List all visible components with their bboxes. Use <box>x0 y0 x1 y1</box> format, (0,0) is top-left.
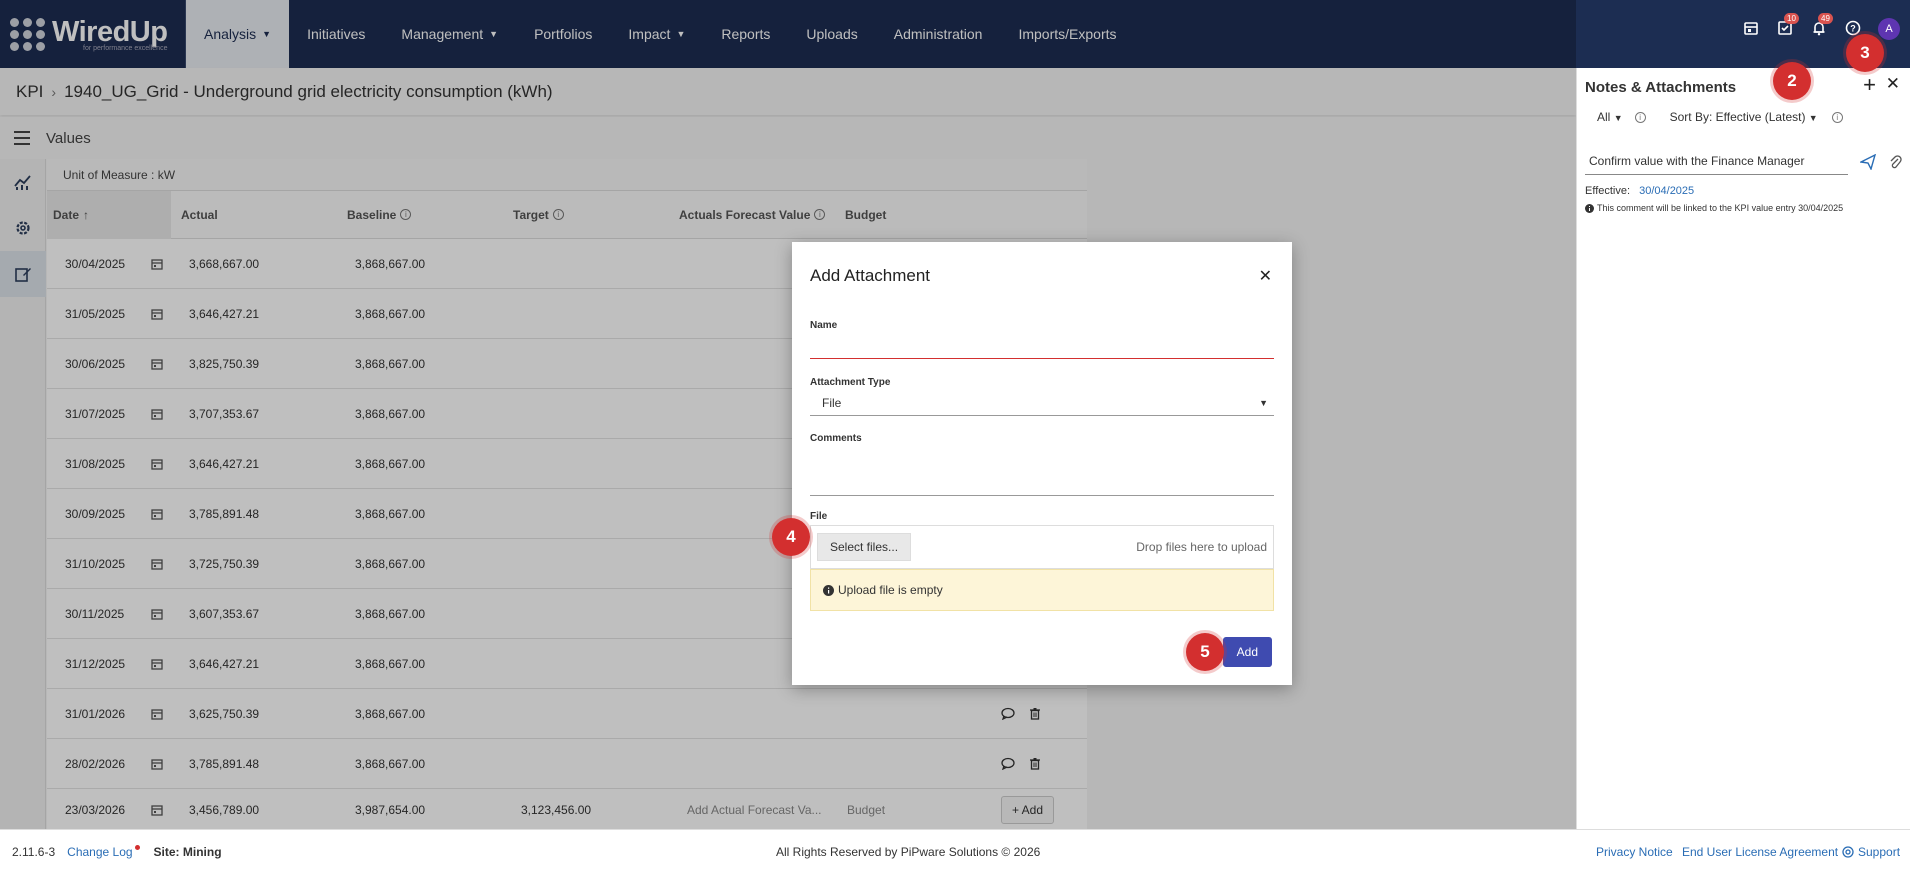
dialog-title: Add Attachment <box>810 266 931 285</box>
attachment-type-label: Attachment Type <box>810 377 891 388</box>
attachment-type-value: File <box>822 395 842 410</box>
name-label: Name <box>810 320 838 331</box>
notes-filters: All ▼ i Sort By: Effective (Latest) ▼ i <box>1577 110 1910 124</box>
avatar[interactable]: A <box>1878 18 1900 40</box>
notes-panel-header: Notes & Attachments + ✕ <box>1577 70 1910 104</box>
attachment-type-select[interactable]: File ▼ <box>810 390 1274 416</box>
new-indicator-dot <box>134 845 140 850</box>
chevron-down-icon: ▼ <box>1613 113 1623 123</box>
info-icon[interactable]: i <box>1634 111 1646 123</box>
step-marker-4: 4 <box>772 518 810 556</box>
support-link[interactable]: Support <box>1842 845 1900 859</box>
calendar-icon[interactable] <box>1742 19 1762 39</box>
footer: 2.11.6-3 Change Log Site: Mining All Rig… <box>0 829 1910 873</box>
copyright: All Rights Reserved by PiPware Solutions… <box>776 844 1041 859</box>
chevron-down-icon: ▼ <box>1808 113 1818 123</box>
name-input[interactable] <box>810 333 1274 359</box>
step-marker-3: 3 <box>1846 34 1884 72</box>
drop-hint: Drop files here to upload <box>1136 540 1267 554</box>
paperclip-icon[interactable] <box>1888 154 1902 170</box>
comments-textarea[interactable] <box>810 446 1274 496</box>
filter-value: All <box>1597 110 1611 124</box>
svg-text:?: ? <box>1850 24 1856 34</box>
note-composer: Confirm value with the Finance Manager <box>1585 148 1902 175</box>
close-icon[interactable]: ✕ <box>1886 74 1900 94</box>
notes-panel: Notes & Attachments + ✕ All ▼ i Sort By:… <box>1576 68 1910 829</box>
send-icon[interactable] <box>1860 153 1876 170</box>
nav-actions: 10 49 ? A <box>1742 13 1900 40</box>
step-marker-2: 2 <box>1773 62 1811 100</box>
caret-down-icon: ▼ <box>1259 397 1268 408</box>
eula-link[interactable]: End User License Agreement <box>1682 845 1838 859</box>
link-note-text: This comment will be linked to the KPI v… <box>1597 203 1844 213</box>
upload-warning: Upload file is empty <box>810 569 1274 611</box>
warning-text: Upload file is empty <box>838 583 943 597</box>
changelog-link[interactable]: Change Log <box>67 845 132 859</box>
tasks-badge: 10 <box>1784 13 1799 24</box>
info-filled-icon <box>1585 203 1594 213</box>
link-note: This comment will be linked to the KPI v… <box>1577 203 1910 213</box>
add-attachment-button[interactable]: Add <box>1222 637 1272 667</box>
file-label: File <box>810 511 828 522</box>
select-files-button[interactable]: Select files... <box>817 533 912 561</box>
site-label: Site: Mining <box>153 844 222 859</box>
add-attachment-dialog: Add Attachment ✕ Name Attachment Type Fi… <box>792 242 1292 685</box>
plus-icon[interactable]: + <box>1863 72 1876 98</box>
info-filled-icon <box>823 584 834 596</box>
effective-date-link[interactable]: 30/04/2025 <box>1639 185 1694 197</box>
close-icon[interactable]: ✕ <box>1259 266 1272 286</box>
file-upload-zone[interactable]: Select files... Drop files here to uploa… <box>810 525 1274 569</box>
filter-dropdown[interactable]: All ▼ <box>1597 110 1623 124</box>
privacy-link[interactable]: Privacy Notice <box>1596 845 1673 859</box>
info-icon[interactable]: i <box>1831 111 1843 123</box>
tasks-icon[interactable]: 10 <box>1776 13 1799 39</box>
effective-row: Effective: 30/04/2025 <box>1577 185 1910 197</box>
notes-panel-title: Notes & Attachments <box>1585 78 1737 96</box>
comments-label: Comments <box>810 433 862 444</box>
version: 2.11.6-3 <box>12 844 56 859</box>
support-link-text: Support <box>1858 844 1901 859</box>
support-icon <box>1842 845 1854 858</box>
step-marker-5: 5 <box>1186 633 1224 671</box>
modal-backdrop <box>0 0 1576 873</box>
note-input[interactable]: Confirm value with the Finance Manager <box>1585 148 1848 175</box>
sort-value: Sort By: Effective (Latest) <box>1669 110 1806 124</box>
effective-label: Effective: <box>1585 185 1631 197</box>
notifications-badge: 49 <box>1818 13 1833 24</box>
sort-dropdown[interactable]: Sort By: Effective (Latest) ▼ <box>1670 110 1818 124</box>
bell-icon[interactable]: 49 <box>1810 13 1833 39</box>
